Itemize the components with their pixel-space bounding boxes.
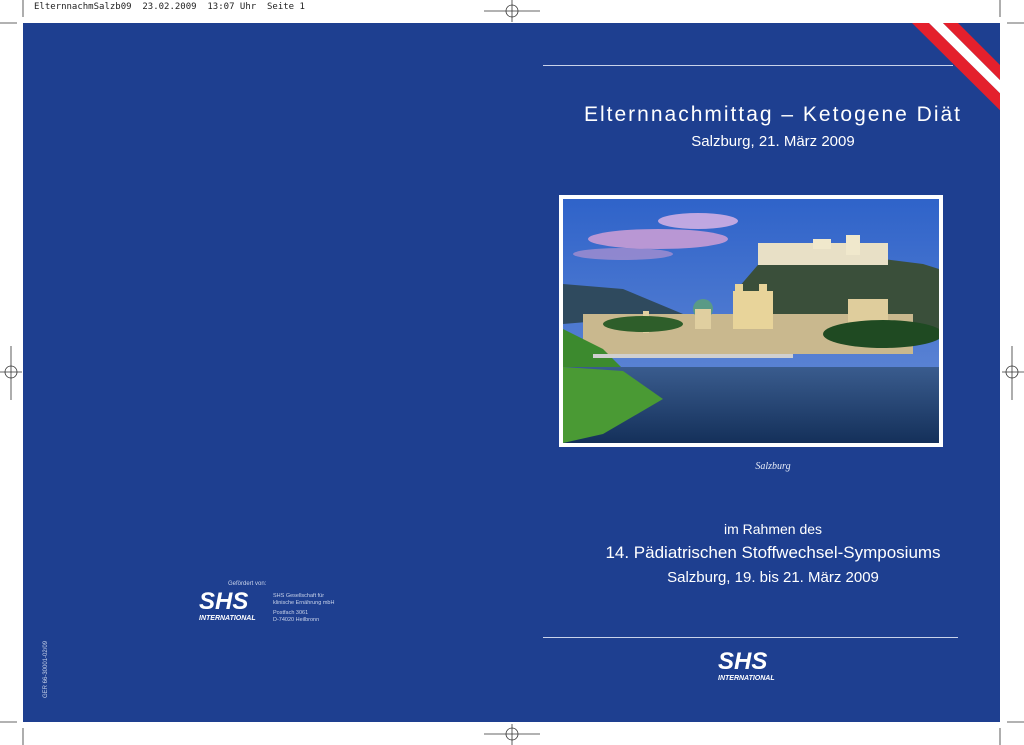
address-line-3: Postfach 3061 bbox=[273, 610, 309, 616]
event-date: Salzburg, 21. März 2009 bbox=[691, 133, 855, 150]
top-rule bbox=[543, 65, 953, 66]
address-line-4: D-74020 Heilbronn bbox=[273, 617, 320, 623]
symposium-dates: Salzburg, 19. bis 21. März 2009 bbox=[667, 569, 879, 586]
shs-logo-text: SHS bbox=[718, 648, 768, 675]
address-line-1: SHS Gesellschaft für bbox=[273, 593, 325, 599]
symposium-title: 14. Pädiatrischen Stoffwechsel-Symposium… bbox=[605, 543, 941, 562]
print-code: GER 66-30001-02/09 bbox=[43, 640, 49, 698]
shs-logo-sub: INTERNATIONAL bbox=[718, 675, 775, 682]
address-line-2: klinische Ernährung mbH bbox=[273, 600, 335, 606]
brochure-title: Elternnachmittag – Ketogene Diät bbox=[583, 103, 963, 126]
photo-caption: Salzburg bbox=[755, 461, 791, 472]
context-line: im Rahmen des bbox=[723, 521, 823, 537]
shs-logo-back-text: SHS bbox=[199, 588, 249, 615]
bottom-rule bbox=[543, 637, 958, 638]
salzburg-photo bbox=[559, 195, 943, 447]
shs-logo-front: SHS INTERNATIONAL bbox=[718, 648, 775, 683]
sponsor-label: Gefördert von: bbox=[228, 581, 267, 587]
shs-logo-back-sub: INTERNATIONAL bbox=[199, 615, 256, 622]
brochure-panel: Elternnachmittag – Ketogene Diät Salzbur… bbox=[23, 23, 1000, 722]
shs-logo-back: SHS INTERNATIONAL bbox=[199, 588, 256, 623]
